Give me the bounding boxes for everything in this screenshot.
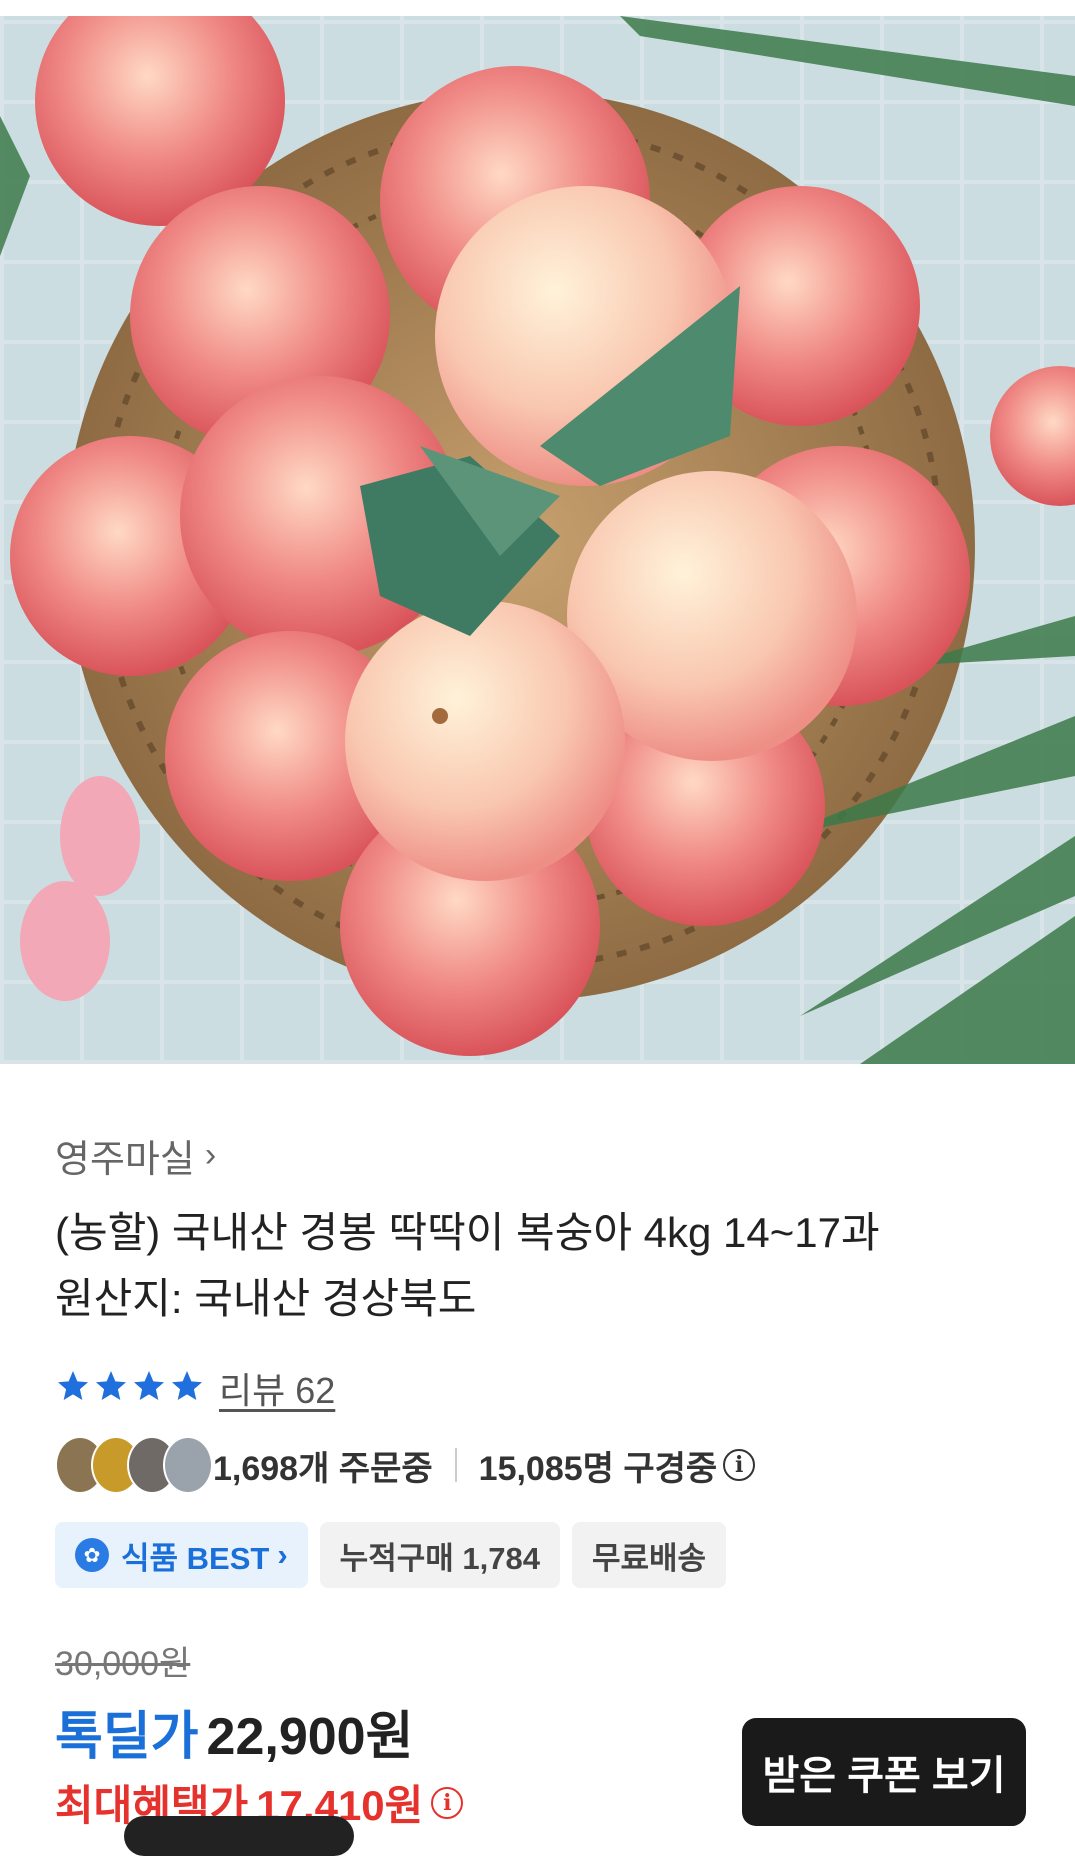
chip-food-best[interactable]: ✿ 식품 BEST › (55, 1522, 308, 1588)
star-icon (58, 1370, 88, 1400)
info-circle-icon[interactable]: i (431, 1786, 464, 1819)
seller-name: 영주마실 (55, 1139, 195, 1181)
activity-stats: 1,698개 주문중 15,085명 구경중 i (55, 1436, 756, 1494)
info-circle-icon[interactable]: i (723, 1449, 756, 1481)
star-icon (134, 1370, 164, 1400)
product-title-line1: (농할) 국내산 경봉 딱딱이 복숭아 4kg 14~17과 (55, 1209, 880, 1256)
chip-best-label: 식품 BEST (121, 1540, 270, 1576)
chip-shipping-label: 무료배송 (591, 1540, 707, 1576)
order-count: 1,698개 주문중 (213, 1449, 433, 1488)
peach-basket-illustration (0, 16, 1075, 1064)
view-coupons-button[interactable]: 받은 쿠폰 보기 (742, 1718, 1026, 1826)
deal-price: 22,900원 (206, 1708, 414, 1766)
chip-cumulative-label: 누적구매 1,784 (339, 1540, 540, 1576)
avatar (163, 1436, 213, 1494)
deal-label: 톡딜가 (55, 1708, 199, 1766)
top-strip (0, 0, 1075, 16)
deal-price-row: 톡딜가 22,900원 (55, 1694, 413, 1769)
best-badge-icon: ✿ (75, 1538, 109, 1572)
divider (454, 1448, 457, 1482)
star-icon (96, 1370, 126, 1400)
floating-bar[interactable] (124, 1816, 354, 1856)
buyer-avatars (55, 1436, 213, 1494)
original-price: 30,000원 (55, 1645, 191, 1683)
chip-free-shipping: 무료배송 (571, 1522, 727, 1588)
chevron-right-icon: › (204, 1136, 217, 1174)
product-origin: 원산지: 국내산 경상북도 (55, 1275, 477, 1322)
product-chips: ✿ 식품 BEST › 누적구매 1,784 무료배송 (55, 1522, 738, 1588)
viewer-count: 15,085명 구경중 (478, 1449, 718, 1488)
review-link[interactable]: 리뷰 62 (219, 1362, 335, 1414)
chip-cumulative-purchases: 누적구매 1,784 (319, 1522, 560, 1588)
star-rating (55, 1368, 207, 1409)
product-title: (농할) 국내산 경봉 딱딱이 복숭아 4kg 14~17과 원산지: 국내산 … (55, 1200, 1035, 1332)
star-icon (172, 1370, 202, 1400)
seller-link[interactable]: 영주마실 › (55, 1128, 216, 1183)
chevron-right-icon: › (277, 1537, 288, 1572)
product-image[interactable] (0, 16, 1075, 1064)
rating-row[interactable]: 리뷰 62 (55, 1362, 335, 1414)
